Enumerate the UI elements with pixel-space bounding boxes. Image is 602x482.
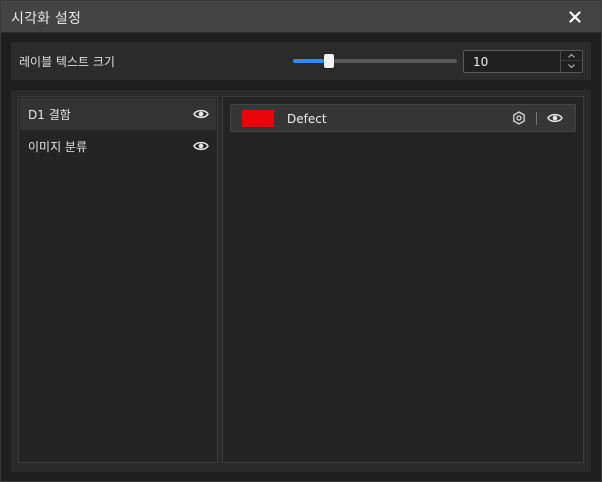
- dialog-body: 레이블 텍스트 크기 10 D1 결함 이미지 분류 Defect: [1, 34, 601, 481]
- title-bar[interactable]: 시각화 설정: [1, 1, 601, 33]
- chevron-down-icon: [568, 64, 575, 68]
- label-text-size-label: 레이블 텍스트 크기: [19, 55, 115, 69]
- label-text-size-spinbox[interactable]: 10: [463, 50, 583, 73]
- class-name: Defect: [287, 112, 327, 126]
- panels-container: D1 결함 이미지 분류 Defect: [11, 90, 591, 472]
- label-text-size-slider[interactable]: [293, 54, 457, 68]
- task-item-image-classification[interactable]: 이미지 분류: [20, 130, 216, 162]
- task-item-label: 이미지 분류: [28, 140, 88, 154]
- visualization-settings-dialog: 시각화 설정 레이블 텍스트 크기 10 D1 결함 이미지 분류 Defect: [0, 0, 602, 482]
- label-text-size-row: 레이블 텍스트 크기 10: [11, 42, 591, 80]
- eye-icon[interactable]: [193, 140, 209, 152]
- label-text-size-value[interactable]: 10: [473, 55, 488, 69]
- chevron-up-icon: [568, 54, 575, 58]
- divider: [536, 112, 537, 125]
- class-list-panel: Defect: [222, 96, 584, 463]
- class-color-swatch[interactable]: [242, 110, 274, 127]
- spin-up-button[interactable]: [561, 51, 582, 61]
- window-title: 시각화 설정: [11, 11, 82, 27]
- task-list-panel: D1 결함 이미지 분류: [18, 96, 218, 463]
- eye-icon[interactable]: [193, 108, 209, 120]
- slider-handle[interactable]: [324, 54, 334, 68]
- spin-arrows: [560, 51, 582, 72]
- close-icon: [569, 11, 581, 23]
- close-button[interactable]: [563, 5, 587, 29]
- task-item-label: D1 결함: [28, 108, 71, 122]
- task-item-d1-defect[interactable]: D1 결함: [20, 98, 216, 130]
- gear-icon[interactable]: [512, 111, 526, 125]
- spin-down-button[interactable]: [561, 61, 582, 71]
- class-row-defect[interactable]: Defect: [230, 104, 576, 132]
- eye-icon[interactable]: [547, 112, 563, 124]
